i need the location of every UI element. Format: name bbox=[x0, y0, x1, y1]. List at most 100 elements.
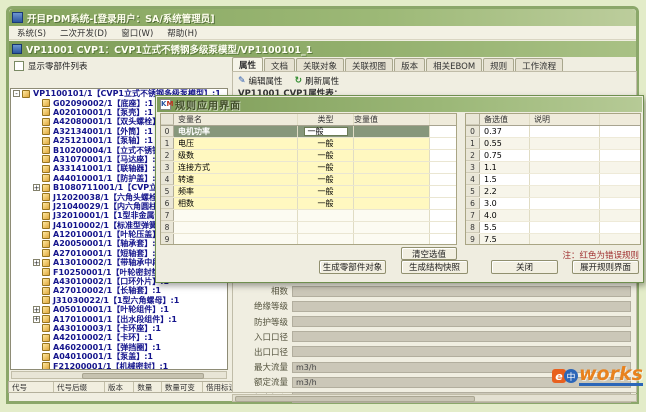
row-index[interactable]: 3 bbox=[161, 162, 174, 173]
tab[interactable]: 文档 bbox=[264, 58, 295, 72]
variable-name-cell[interactable]: 电压 bbox=[174, 138, 298, 149]
edit-properties-button[interactable]: ✎ 编辑属性 bbox=[238, 75, 283, 87]
variable-type-cell[interactable]: 一般 bbox=[298, 174, 354, 185]
row-index[interactable]: 1 bbox=[466, 138, 480, 149]
tree-item[interactable]: A46020001/1【弹挡圈】:1 bbox=[11, 343, 227, 352]
tree-item[interactable]: A27010002/1【长轴套】:1 bbox=[11, 286, 227, 295]
row-index[interactable]: 4 bbox=[466, 174, 480, 185]
option-value-cell[interactable]: 0.37 bbox=[480, 126, 530, 137]
row-index[interactable]: 4 bbox=[161, 174, 174, 185]
variable-row[interactable]: 0 电机功率 一般 bbox=[161, 126, 456, 138]
form-field[interactable] bbox=[292, 316, 631, 327]
variable-name-cell[interactable]: 电机功率 bbox=[174, 126, 298, 137]
type-combo[interactable]: 一般 bbox=[318, 198, 334, 209]
option-value-cell[interactable]: 0.55 bbox=[480, 138, 530, 149]
option-description-cell[interactable] bbox=[530, 138, 600, 149]
option-description-cell[interactable] bbox=[530, 174, 600, 185]
row-index[interactable]: 2 bbox=[161, 150, 174, 161]
variable-type-cell[interactable] bbox=[298, 234, 354, 245]
variable-type-cell[interactable]: 一般 bbox=[298, 138, 354, 149]
variable-type-cell[interactable] bbox=[298, 222, 354, 233]
variable-row[interactable]: 6 相数 一般 bbox=[161, 198, 456, 210]
expand-toggle-icon[interactable] bbox=[33, 259, 40, 266]
form-field[interactable] bbox=[292, 286, 631, 297]
type-combo[interactable]: 一般 bbox=[318, 162, 334, 173]
option-description-cell[interactable] bbox=[530, 198, 600, 209]
option-row[interactable]: 5 2.2 bbox=[466, 186, 640, 198]
clear-values-button[interactable]: 清空选值 bbox=[401, 247, 457, 260]
option-value-cell[interactable]: 5.5 bbox=[480, 222, 530, 233]
option-description-cell[interactable] bbox=[530, 222, 600, 233]
variable-row[interactable]: 5 频率 一般 bbox=[161, 186, 456, 198]
variable-name-cell[interactable]: 相数 bbox=[174, 198, 298, 209]
tree-item[interactable]: A17010001/1【出水段组件】:1 bbox=[11, 314, 227, 323]
type-combo[interactable]: 一般 bbox=[318, 150, 334, 161]
option-value-cell[interactable]: 4.0 bbox=[480, 210, 530, 221]
option-row[interactable]: 1 0.55 bbox=[466, 138, 640, 150]
expand-toggle-icon[interactable] bbox=[33, 184, 40, 191]
type-combo[interactable]: 一般 bbox=[318, 174, 334, 185]
variable-row[interactable]: 7 bbox=[161, 210, 456, 222]
variable-name-cell[interactable] bbox=[174, 210, 298, 221]
variable-row[interactable]: 9 bbox=[161, 234, 456, 245]
option-row[interactable]: 3 1.1 bbox=[466, 162, 640, 174]
generate-part-object-button[interactable]: 生成零部件对象 bbox=[319, 260, 386, 274]
tree-item[interactable]: A05010001/1【叶轮组件】:1 bbox=[11, 305, 227, 314]
scrollbar-thumb[interactable] bbox=[235, 396, 475, 402]
tree-item[interactable]: F21200001/1【机械密封】:1 bbox=[11, 361, 227, 370]
variable-value-cell[interactable] bbox=[354, 150, 430, 161]
tab[interactable]: 关联视图 bbox=[345, 58, 393, 72]
option-row[interactable]: 6 3.0 bbox=[466, 198, 640, 210]
row-index[interactable]: 0 bbox=[466, 126, 480, 137]
option-row[interactable]: 0 0.37 bbox=[466, 126, 640, 138]
expand-toggle-icon[interactable] bbox=[13, 90, 20, 97]
type-combo[interactable]: 一般 bbox=[304, 127, 348, 136]
option-row[interactable]: 9 7.5 bbox=[466, 234, 640, 245]
dialog-titlebar[interactable]: KM 规则应用界面 bbox=[157, 97, 642, 112]
tree-horizontal-scrollbar[interactable] bbox=[11, 371, 227, 379]
row-index[interactable]: 5 bbox=[466, 186, 480, 197]
tab[interactable]: 相关EBOM bbox=[426, 58, 482, 72]
menu-dev[interactable]: 二次开发(D) bbox=[60, 27, 107, 39]
expand-rule-ui-button[interactable]: 展开规则界面 bbox=[572, 260, 639, 274]
row-index[interactable]: 1 bbox=[161, 138, 174, 149]
variable-name-cell[interactable] bbox=[174, 222, 298, 233]
tab[interactable]: 版本 bbox=[394, 58, 425, 72]
tree-item[interactable]: A42010002/1【卡环】:1 bbox=[11, 333, 227, 342]
variable-type-cell[interactable] bbox=[298, 210, 354, 221]
variable-name-cell[interactable]: 转速 bbox=[174, 174, 298, 185]
row-index[interactable]: 9 bbox=[161, 234, 174, 245]
variable-value-cell[interactable] bbox=[354, 234, 430, 245]
expand-toggle-icon[interactable] bbox=[33, 316, 40, 323]
option-row[interactable]: 8 5.5 bbox=[466, 222, 640, 234]
tree-item[interactable]: J31030022/1【1型六角螺母】:1 bbox=[11, 296, 227, 305]
variable-row[interactable]: 2 级数 一般 bbox=[161, 150, 456, 162]
tab[interactable]: 属性 bbox=[232, 57, 263, 72]
variable-type-cell[interactable]: 一般 bbox=[298, 186, 354, 197]
option-value-cell[interactable]: 1.1 bbox=[480, 162, 530, 173]
row-index[interactable]: 2 bbox=[466, 150, 480, 161]
variable-value-cell[interactable] bbox=[354, 174, 430, 185]
show-parts-checkbox[interactable] bbox=[14, 61, 24, 71]
option-description-cell[interactable] bbox=[530, 210, 600, 221]
option-row[interactable]: 2 0.75 bbox=[466, 150, 640, 162]
variable-row[interactable]: 1 电压 一般 bbox=[161, 138, 456, 150]
variable-value-cell[interactable] bbox=[354, 126, 430, 137]
variable-row[interactable]: 4 转速 一般 bbox=[161, 174, 456, 186]
row-index[interactable]: 3 bbox=[466, 162, 480, 173]
row-index[interactable]: 7 bbox=[161, 210, 174, 221]
variable-value-cell[interactable] bbox=[354, 222, 430, 233]
row-index[interactable]: 0 bbox=[161, 126, 174, 137]
variable-type-cell[interactable]: 一般 bbox=[298, 126, 354, 137]
variable-row[interactable]: 8 bbox=[161, 222, 456, 234]
variable-name-cell[interactable]: 连接方式 bbox=[174, 162, 298, 173]
form-field[interactable] bbox=[292, 331, 631, 342]
variable-value-cell[interactable] bbox=[354, 138, 430, 149]
variable-row[interactable]: 3 连接方式 一般 bbox=[161, 162, 456, 174]
option-description-cell[interactable] bbox=[530, 126, 600, 137]
row-index[interactable]: 8 bbox=[161, 222, 174, 233]
variable-type-cell[interactable]: 一般 bbox=[298, 198, 354, 209]
row-index[interactable]: 7 bbox=[466, 210, 480, 221]
close-button[interactable]: 关闭 bbox=[491, 260, 558, 274]
variable-type-cell[interactable]: 一般 bbox=[298, 162, 354, 173]
